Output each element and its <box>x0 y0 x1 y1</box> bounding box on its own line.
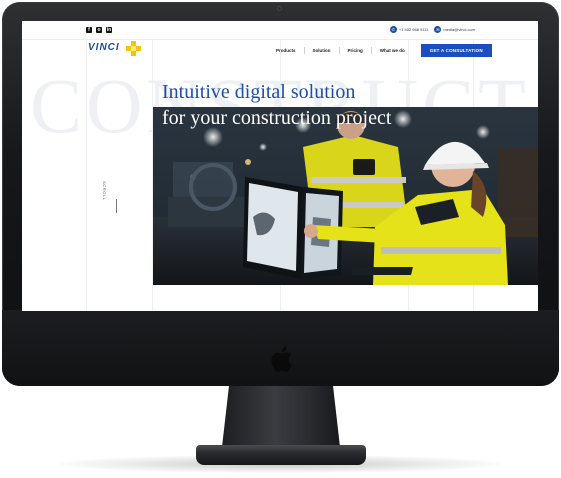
imac-stand-foot <box>196 445 366 465</box>
top-bar: f o in ✆ +1 402 988 9111 ✉ media@vinci.c… <box>22 21 538 40</box>
imac-stand-neck <box>222 385 340 447</box>
nav-item-products[interactable]: Products <box>268 48 304 53</box>
logo-wordmark: VINCI <box>88 42 120 53</box>
main-nav: Products Solution Pricing What we do GET… <box>268 44 492 57</box>
logo-mark-icon <box>126 41 141 56</box>
email-text: media@vinci.com <box>443 27 475 32</box>
get-consultation-button[interactable]: GET A CONSULTATION <box>420 44 492 57</box>
site-logo[interactable]: VINCI <box>88 41 141 56</box>
instagram-icon[interactable]: o <box>96 27 102 33</box>
scroll-label[interactable]: SCROLL <box>102 181 107 201</box>
hero-headline-line-2: for your construction project <box>162 107 392 129</box>
nav-item-what-we-do[interactable]: What we do <box>372 48 413 53</box>
phone-text: +1 402 988 9111 <box>398 27 429 32</box>
facebook-icon[interactable]: f <box>86 27 92 33</box>
scroll-indicator-line <box>116 199 117 213</box>
hero-photo-illustration <box>153 107 538 285</box>
camera-icon <box>277 6 282 11</box>
apple-logo-icon <box>271 346 292 372</box>
social-links: f o in <box>86 27 112 33</box>
hero-headline-line-1: Intuitive digital solution <box>162 81 356 103</box>
nav-item-solution[interactable]: Solution <box>305 48 339 53</box>
hero-image <box>153 107 538 285</box>
phone-icon: ✆ <box>389 26 397 33</box>
phone-link[interactable]: ✆ +1 402 988 9111 <box>389 26 429 33</box>
linkedin-icon[interactable]: in <box>106 27 112 33</box>
nav-item-pricing[interactable]: Pricing <box>340 48 371 53</box>
email-link[interactable]: ✉ media@vinci.com <box>434 26 475 33</box>
contact-info: ✆ +1 402 988 9111 ✉ media@vinci.com <box>389 26 475 33</box>
email-icon: ✉ <box>434 26 442 33</box>
screen: CONSTRUCT f o in ✆ +1 402 988 9111 ✉ med… <box>22 21 538 311</box>
